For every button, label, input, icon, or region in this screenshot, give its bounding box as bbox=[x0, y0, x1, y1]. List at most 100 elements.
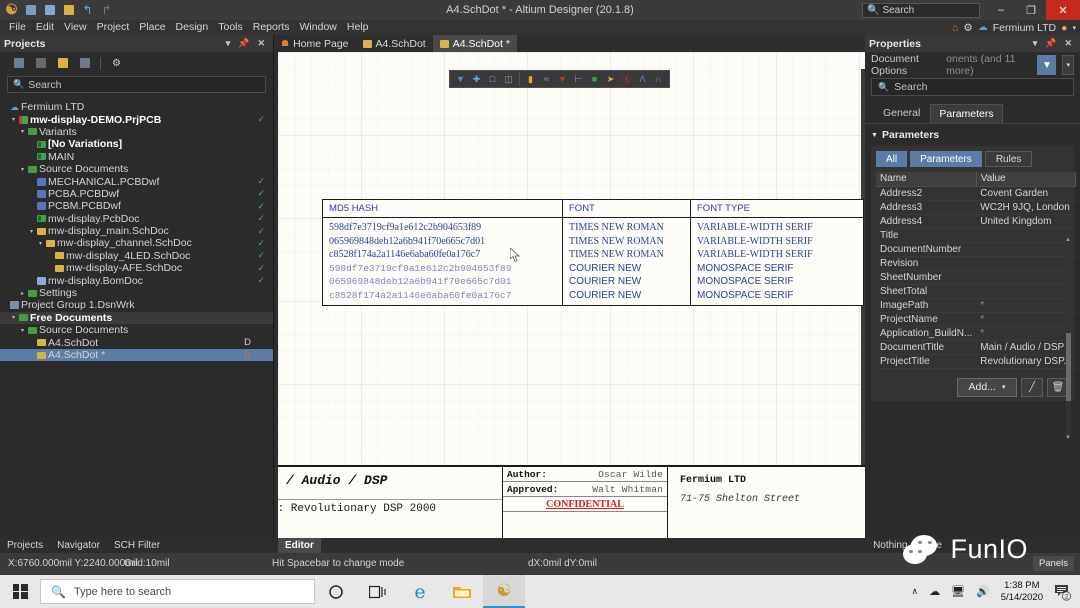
altium-icon[interactable]: ☯ bbox=[483, 575, 525, 608]
parameter-row[interactable]: SheetNumber bbox=[876, 270, 1076, 285]
segment-parameters[interactable]: Parameters bbox=[910, 151, 982, 167]
settings-icon[interactable]: ⚙ bbox=[110, 57, 123, 70]
place-rectangle-icon[interactable]: □ bbox=[485, 72, 500, 87]
parameter-row[interactable]: DocumentTitle Main / Audio / DSP bbox=[876, 340, 1076, 355]
place-arc-icon[interactable]: ∩ bbox=[651, 72, 666, 87]
tree-item[interactable]: mw-display.PcbDoc ✓ bbox=[0, 213, 273, 225]
place-port-icon[interactable]: ⊢ bbox=[571, 72, 586, 87]
place-text-frame-icon[interactable]: ◫ bbox=[501, 72, 516, 87]
tab-a4-schdot[interactable]: A4.SchDot bbox=[356, 35, 433, 52]
tree-item[interactable]: mw-display-AFE.SchDoc ✓ bbox=[0, 262, 273, 274]
taskbar-search-input[interactable]: 🔍 Type here to search bbox=[40, 579, 315, 604]
segment-all[interactable]: All bbox=[876, 151, 908, 167]
gear-icon[interactable]: ⚙ bbox=[963, 22, 972, 34]
panel-tab-editor[interactable]: Editor bbox=[278, 538, 321, 553]
menu-tools[interactable]: Tools bbox=[213, 20, 248, 35]
panel-tab-projects[interactable]: Projects bbox=[0, 538, 50, 553]
parameter-row[interactable]: DocumentNumber bbox=[876, 242, 1076, 257]
tree-expander[interactable]: ▾ bbox=[9, 314, 18, 321]
open-project-icon[interactable] bbox=[56, 57, 69, 70]
close-button[interactable]: ✕ bbox=[1046, 0, 1080, 20]
notification-center-icon[interactable]: 2 bbox=[1054, 583, 1072, 601]
tree-item[interactable]: PCBA.PCBDwf ✓ bbox=[0, 188, 273, 200]
filter-button[interactable]: ▼ bbox=[1037, 55, 1057, 75]
menu-project[interactable]: Project bbox=[92, 20, 135, 35]
menu-design[interactable]: Design bbox=[171, 20, 214, 35]
task-view-icon[interactable] bbox=[357, 575, 399, 608]
home-icon[interactable]: ⌂ bbox=[952, 22, 958, 34]
parameter-row[interactable]: Title bbox=[876, 228, 1076, 243]
tree-item[interactable]: A4.SchDot D bbox=[0, 336, 273, 349]
tree-expander[interactable]: ▸ bbox=[18, 290, 27, 297]
tree-expander[interactable]: ▾ bbox=[36, 240, 45, 247]
close-icon[interactable]: ✕ bbox=[253, 38, 269, 49]
tree-item[interactable]: A4.SchDot * D bbox=[0, 348, 273, 362]
tree-item[interactable]: MAIN bbox=[0, 151, 273, 163]
avatar[interactable]: ● bbox=[1061, 22, 1067, 34]
parameter-value[interactable] bbox=[976, 256, 1076, 271]
tree-item[interactable]: ▾ mw-display_channel.SchDoc ✓ bbox=[0, 237, 273, 249]
parameter-row[interactable]: ImagePath * bbox=[876, 298, 1076, 313]
parameter-row[interactable]: ProjectTitle Revolutionary DSP... bbox=[876, 354, 1076, 369]
parameter-row[interactable]: Address4 United Kingdom bbox=[876, 214, 1076, 229]
parameter-row[interactable]: Address2 Covent Garden bbox=[876, 186, 1076, 201]
parameter-value[interactable]: * bbox=[976, 326, 1076, 341]
pin-icon[interactable]: 📌 bbox=[1041, 38, 1060, 49]
parameters-scrollbar[interactable] bbox=[1066, 241, 1071, 437]
save-icon[interactable] bbox=[12, 57, 25, 70]
maximize-button[interactable]: ❐ bbox=[1016, 0, 1046, 20]
parameter-value[interactable]: * bbox=[976, 312, 1076, 327]
projects-search-input[interactable]: 🔍 Search bbox=[7, 76, 266, 93]
minimize-button[interactable]: – bbox=[986, 0, 1016, 20]
menu-file[interactable]: File bbox=[4, 20, 31, 35]
file-explorer-icon[interactable] bbox=[441, 575, 483, 608]
parameter-row[interactable]: Address3 WC2H 9JQ, London bbox=[876, 200, 1076, 215]
tree-item[interactable]: ☁ Fermium LTD bbox=[0, 101, 273, 113]
tree-item[interactable]: ▾ mw-display_main.SchDoc ✓ bbox=[0, 225, 273, 237]
schematic-canvas[interactable]: ▼ ✚ □ ◫ ▮ ≈ ▼ ⊢ ■ ➤ Ⓢ Λ ∩ MD5 HASH FONT … bbox=[274, 52, 865, 538]
parameter-row[interactable]: Application_BuildN... * bbox=[876, 326, 1076, 341]
cortana-icon[interactable] bbox=[315, 575, 357, 608]
parameter-value[interactable]: Covent Garden bbox=[976, 186, 1076, 201]
segment-rules[interactable]: Rules bbox=[984, 151, 1033, 167]
tree-expander[interactable]: ▾ bbox=[18, 128, 27, 135]
md5-hash-table[interactable]: MD5 HASH FONT FONT TYPE 598df7e3719cf9a1… bbox=[322, 199, 864, 306]
tree-expander[interactable]: ▾ bbox=[27, 228, 36, 235]
parameter-value[interactable]: * bbox=[976, 298, 1076, 313]
parameter-row[interactable]: Revision bbox=[876, 256, 1076, 271]
place-gnd-icon[interactable]: ▼ bbox=[555, 72, 570, 87]
place-no-erc-icon[interactable]: Ⓢ bbox=[619, 72, 634, 87]
compile-icon[interactable] bbox=[34, 57, 47, 70]
filter-icon[interactable]: ▼ bbox=[453, 72, 468, 87]
sheet-title-block[interactable]: / Audio / DSP i: Revolutionary DSP 2000 … bbox=[278, 465, 865, 538]
menu-help[interactable]: Help bbox=[342, 20, 374, 35]
menu-window[interactable]: Window bbox=[295, 20, 342, 35]
global-search-input[interactable]: 🔍 Search bbox=[862, 2, 980, 18]
parameters-section-header[interactable]: ▼ Parameters bbox=[865, 124, 1080, 146]
place-sheet-symbol-icon[interactable]: ■ bbox=[587, 72, 602, 87]
tree-item[interactable]: ▾ Source Documents bbox=[0, 324, 273, 336]
tree-item[interactable]: [No Variations] bbox=[0, 138, 273, 150]
edge-icon[interactable]: e bbox=[399, 575, 441, 608]
place-wire-icon[interactable]: ≈ bbox=[539, 72, 554, 87]
place-sheet-entry-icon[interactable]: ➤ bbox=[603, 72, 618, 87]
add-button[interactable]: Add... ▾ bbox=[957, 377, 1017, 397]
parameter-value[interactable]: Revolutionary DSP... bbox=[976, 354, 1076, 369]
parameter-value[interactable] bbox=[976, 242, 1076, 257]
menu-place[interactable]: Place bbox=[134, 20, 170, 35]
project-options-icon[interactable] bbox=[78, 57, 91, 70]
onedrive-icon[interactable]: ☁ bbox=[929, 585, 940, 598]
panels-button[interactable]: Panels bbox=[1032, 556, 1074, 571]
tree-item[interactable]: mw-display.BomDoc ✓ bbox=[0, 274, 273, 287]
start-button[interactable] bbox=[0, 575, 40, 608]
scroll-up-icon[interactable]: ▲ bbox=[1065, 237, 1071, 243]
tree-item[interactable]: Project Group 1.DsnWrk bbox=[0, 299, 273, 311]
tree-item[interactable]: ▾ Free Documents bbox=[0, 311, 273, 325]
volume-icon[interactable]: 🔊 bbox=[976, 585, 990, 598]
tab-general[interactable]: General bbox=[875, 104, 928, 123]
scroll-down-icon[interactable]: ▼ bbox=[1065, 435, 1071, 441]
menu-reports[interactable]: Reports bbox=[248, 20, 295, 35]
chevron-up-icon[interactable]: ∧ bbox=[911, 586, 918, 597]
tree-expander[interactable]: ▾ bbox=[9, 116, 18, 123]
clock[interactable]: 1:38 PM 5/14/2020 bbox=[1001, 580, 1043, 604]
